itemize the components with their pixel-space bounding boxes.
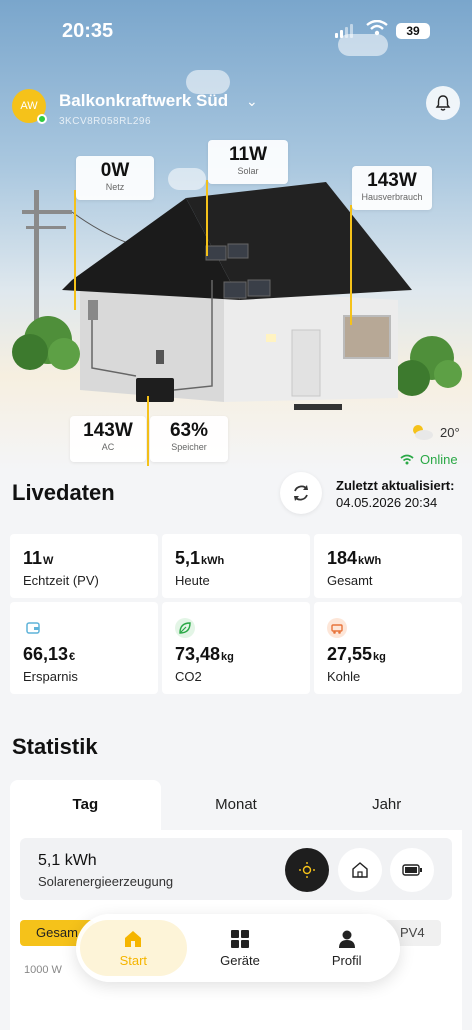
nav-profile[interactable]: Profil — [293, 920, 400, 976]
live-data-grid: 11W Echtzeit (PV) 5,1kWh Heute 184kWh Ge… — [10, 534, 462, 694]
today-unit: kWh — [201, 555, 225, 567]
bell-icon — [435, 95, 451, 111]
user-icon — [338, 930, 355, 948]
total-cell[interactable]: 184kWh Gesamt — [314, 534, 462, 598]
nav-start[interactable]: Start — [80, 920, 187, 976]
haus-label: 143W Hausverbrauch — [352, 166, 432, 210]
wallet-icon — [23, 618, 43, 638]
coal-unit: kg — [373, 651, 386, 663]
today-label: Heute — [175, 573, 210, 588]
netz-pointer — [74, 190, 76, 310]
partly-cloudy-icon — [413, 425, 433, 440]
connection-status: Online — [400, 452, 458, 467]
last-updated-label: Zuletzt aktualisiert: — [336, 478, 455, 493]
speicher-value: 63% — [169, 420, 209, 441]
battery-icon: 39 — [396, 23, 430, 39]
notification-button[interactable] — [426, 86, 460, 120]
weather-widget: 20° — [410, 423, 460, 441]
coal-value: 27,55 — [327, 644, 373, 664]
pv-realtime-cell[interactable]: 11W Echtzeit (PV) — [10, 534, 158, 598]
total-unit: kWh — [358, 555, 382, 567]
grid-icon — [231, 929, 249, 948]
ac-label: 143W AC — [70, 416, 146, 462]
station-id: 3KCV8R058RL296 — [59, 116, 152, 127]
leaf-icon — [175, 618, 195, 638]
coal-cart-icon — [327, 618, 347, 638]
speicher-label: 63% Speicher — [150, 416, 228, 462]
coal-cell[interactable]: 27,55kg Kohle — [314, 602, 462, 694]
wifi-status-icon — [400, 454, 414, 465]
total-value: 184 — [327, 548, 358, 568]
house-icon — [352, 862, 368, 878]
station-name[interactable]: Balkonkraftwerk Süd — [59, 91, 228, 111]
co2-unit: kg — [221, 651, 234, 663]
tab-day[interactable]: Tag — [10, 780, 161, 830]
online-text: Online — [420, 452, 458, 467]
tab-year[interactable]: Jahr — [311, 780, 462, 830]
solar-caption: Solar — [237, 166, 259, 176]
netz-label: 0W Netz — [76, 156, 154, 200]
pv-realtime-unit: W — [43, 555, 54, 567]
solar-value: 11W — [228, 144, 268, 165]
speicher-caption: Speicher — [171, 442, 207, 452]
nav-profile-label: Profil — [331, 952, 362, 968]
pv-realtime-label: Echtzeit (PV) — [23, 573, 99, 588]
battery-filter-button[interactable] — [390, 848, 434, 892]
statistik-title: Statistik — [12, 734, 98, 759]
today-cell[interactable]: 5,1kWh Heute — [162, 534, 310, 598]
chart-axis-label: 1000 W — [24, 964, 62, 976]
energy-value: 5,1 kWh — [38, 852, 97, 869]
savings-cell[interactable]: 66,13€ Ersparnis — [10, 602, 158, 694]
energy-label: Solarenergieerzeugung — [38, 874, 174, 889]
home-filter-button[interactable] — [338, 848, 382, 892]
temperature: 20° — [440, 424, 460, 440]
co2-value: 73,48 — [175, 644, 221, 664]
battery-filter-icon — [402, 864, 422, 876]
haus-value: 143W — [367, 170, 417, 191]
ac-caption: AC — [101, 442, 115, 452]
sun-icon — [299, 862, 315, 878]
refresh-icon — [294, 485, 308, 501]
today-value: 5,1 — [175, 548, 201, 568]
solar-label: 11W Solar — [208, 140, 288, 184]
last-updated-value: 04.05.2026 20:34 — [336, 495, 438, 510]
ac-pointer — [147, 396, 149, 466]
hero-section: 0W Netz 11W Solar 143W Hausverbrauch 143… — [0, 0, 472, 470]
home-icon — [125, 930, 142, 947]
status-time: 20:35 — [62, 20, 114, 42]
livedaten-title: Livedaten — [12, 480, 115, 505]
haus-caption: Hausverbrauch — [361, 192, 423, 202]
haus-pointer — [350, 205, 352, 325]
co2-cell[interactable]: 73,48kg CO2 — [162, 602, 310, 694]
bottom-nav: Start Geräte Profil — [76, 914, 400, 982]
solar-filter-button[interactable] — [285, 848, 329, 892]
co2-label: CO2 — [175, 669, 202, 684]
coal-label: Kohle — [327, 669, 361, 684]
nav-devices-label: Geräte — [220, 952, 260, 968]
chevron-down-icon[interactable]: ⌄ — [246, 93, 258, 110]
savings-value: 66,13 — [23, 644, 69, 664]
solar-pointer — [206, 180, 208, 256]
refresh-button[interactable] — [280, 472, 322, 514]
savings-unit: € — [69, 651, 76, 663]
nav-start-label: Start — [119, 952, 148, 968]
status-bar: 20:35 39 — [0, 0, 472, 60]
cellular-signal-icon — [335, 24, 353, 38]
ac-value: 143W — [83, 420, 133, 441]
netz-value: 0W — [100, 160, 130, 181]
total-label: Gesamt — [327, 573, 373, 588]
pv-realtime-value: 11 — [23, 548, 43, 568]
netz-caption: Netz — [105, 182, 125, 192]
tab-month[interactable]: Monat — [161, 780, 312, 830]
nav-devices[interactable]: Geräte — [187, 920, 294, 976]
stat-tabs: Tag Monat Jahr — [10, 780, 462, 830]
savings-label: Ersparnis — [23, 669, 78, 684]
wifi-icon — [366, 20, 388, 36]
online-dot — [37, 114, 47, 124]
